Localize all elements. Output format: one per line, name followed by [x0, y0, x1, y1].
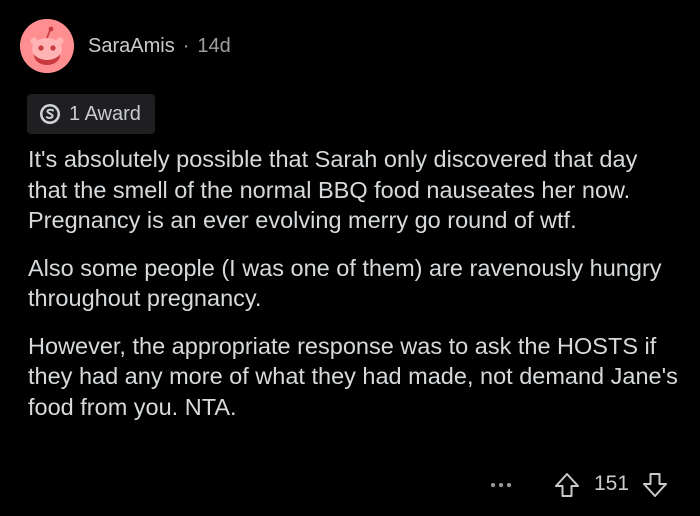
silver-award-icon	[39, 103, 61, 125]
vote-count: 151	[594, 472, 630, 495]
more-options-icon	[491, 483, 511, 487]
comment-age: 14d	[197, 34, 231, 57]
comment-actions: 151	[0, 468, 700, 502]
comment-body: It's absolutely possible that Sarah only…	[28, 144, 678, 439]
upvote-button[interactable]	[552, 470, 582, 500]
avatar[interactable]	[20, 19, 74, 73]
award-badge[interactable]: 1 Award	[27, 94, 155, 134]
comment-card: SaraAmis · 14d 1 Award It's absolutely p…	[0, 0, 700, 516]
upvote-arrow-icon	[555, 473, 579, 497]
comment-paragraph: Also some people (I was one of them) are…	[28, 254, 662, 312]
downvote-button[interactable]	[640, 470, 670, 500]
award-label: 1 Award	[69, 102, 141, 125]
user-meta: SaraAmis · 14d	[88, 35, 231, 58]
downvote-arrow-icon	[643, 473, 667, 497]
meta-separator: ·	[182, 34, 190, 57]
username-link[interactable]: SaraAmis	[88, 35, 175, 58]
comment-header: SaraAmis · 14d	[20, 18, 231, 74]
comment-paragraph: It's absolutely possible that Sarah only…	[28, 146, 638, 233]
more-options-button[interactable]	[486, 470, 516, 500]
snoo-avatar-icon	[20, 19, 74, 73]
comment-paragraph: However, the appropriate response was to…	[28, 332, 678, 420]
